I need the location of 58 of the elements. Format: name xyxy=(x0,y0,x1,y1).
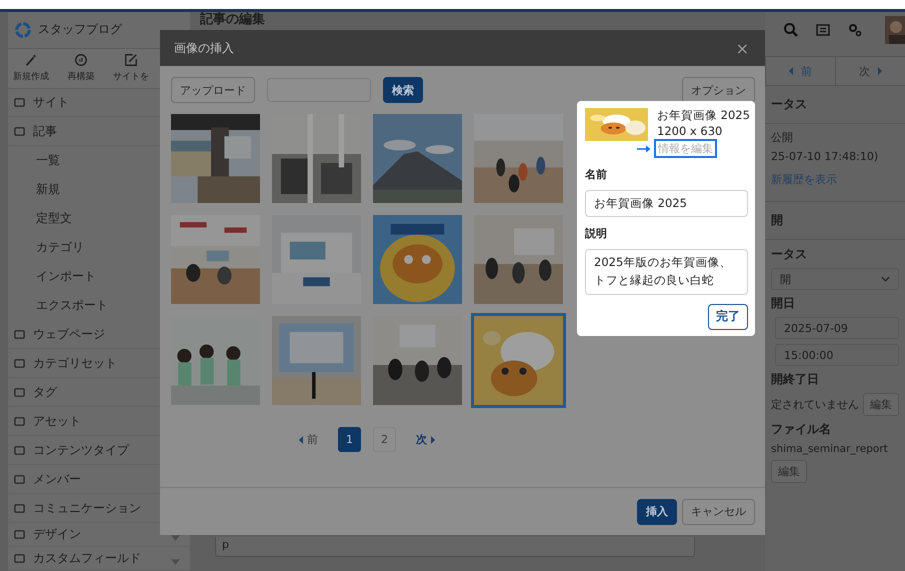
description-field[interactable]: 2025年版のお年賀画像、トフと縁起の良い白蛇 xyxy=(585,249,748,295)
field-label: 名前 xyxy=(585,167,608,182)
page-button[interactable]: 2 xyxy=(373,427,396,452)
toolbar-button[interactable]: 再構築 xyxy=(68,70,94,83)
nav-item[interactable]: サイト xyxy=(33,94,69,111)
text-field[interactable]: p xyxy=(215,537,695,557)
image-size: 1200 x 630 xyxy=(657,124,722,138)
nav-item[interactable]: デザイン xyxy=(33,526,81,544)
page-button[interactable]: 1 xyxy=(338,427,361,452)
close-button[interactable]: × xyxy=(734,38,751,58)
nav-item[interactable]: コミュニケーション xyxy=(33,500,141,517)
cancel-button[interactable]: キャンセル xyxy=(682,498,755,524)
edit-button[interactable]: 編集 xyxy=(863,393,899,416)
history-link[interactable]: 新履歴を表示 xyxy=(771,172,837,187)
name-field[interactable]: お年賀画像 2025 xyxy=(585,190,748,217)
filename-text: shima_seminar_report xyxy=(771,443,888,455)
nav-subitem[interactable]: 新規 xyxy=(36,181,60,198)
edit-button[interactable]: 編集 xyxy=(771,460,807,483)
nav-subitem[interactable]: エクスポート xyxy=(36,297,108,314)
status-text: 公開 xyxy=(771,130,793,145)
nav-item[interactable]: コンテンツタイプ xyxy=(33,442,129,459)
nav-item[interactable]: ウェブページ xyxy=(33,326,105,343)
insert-button[interactable]: 挿入 xyxy=(637,498,677,524)
nav-item[interactable]: 記事 xyxy=(33,122,57,140)
nav-subitem[interactable]: 定型文 xyxy=(36,210,72,228)
dialog-title: 画像の挿入 xyxy=(174,40,234,56)
nav-item[interactable]: カテゴリセット xyxy=(33,354,117,372)
edit-info-link[interactable]: 情報を編集 xyxy=(654,139,717,158)
next-link[interactable]: 次 xyxy=(408,432,443,447)
toolbar-button[interactable]: 新規作成 xyxy=(13,70,49,83)
done-button[interactable]: 完了 xyxy=(708,304,748,330)
field-label: 開日 xyxy=(771,295,795,312)
nav-item[interactable]: アセット xyxy=(33,412,81,430)
time-field[interactable]: 15:00:00 xyxy=(775,344,899,366)
nav-subitem[interactable]: 一覧 xyxy=(36,152,60,170)
field-label: 開終了日 xyxy=(771,371,819,388)
toolbar-button[interactable]: サイトを xyxy=(113,70,149,83)
updated-date: 25-07-10 17:48:10) xyxy=(771,150,878,163)
previous-link[interactable]: 前 xyxy=(291,432,326,447)
nav-subitem[interactable]: インポート xyxy=(36,268,96,286)
field-label: ータス xyxy=(771,246,807,263)
section-heading: ータス xyxy=(771,96,808,113)
image-title: お年賀画像 2025 xyxy=(657,108,750,123)
end-date-text: 定されていません xyxy=(771,397,859,412)
site-name: スタッフブログ xyxy=(38,21,122,38)
search-button[interactable]: 検索 xyxy=(383,77,423,103)
options-button[interactable]: オプション xyxy=(682,77,755,103)
page-title: 記事の編集 xyxy=(200,12,265,28)
nav-item[interactable]: タグ xyxy=(33,384,57,401)
field-label: 説明 xyxy=(585,226,608,241)
nav-subitem[interactable]: カテゴリ xyxy=(36,239,84,256)
nav-item[interactable]: カスタムフィールド xyxy=(33,550,141,568)
status-select[interactable]: 開 xyxy=(771,268,899,290)
section-heading: 開 xyxy=(771,212,784,229)
upload-button[interactable]: アップロード xyxy=(171,77,255,103)
nav-item[interactable]: メンバー xyxy=(33,470,81,488)
date-field[interactable]: 2025-07-09 xyxy=(775,317,899,339)
field-label: ファイル名 xyxy=(771,421,831,438)
